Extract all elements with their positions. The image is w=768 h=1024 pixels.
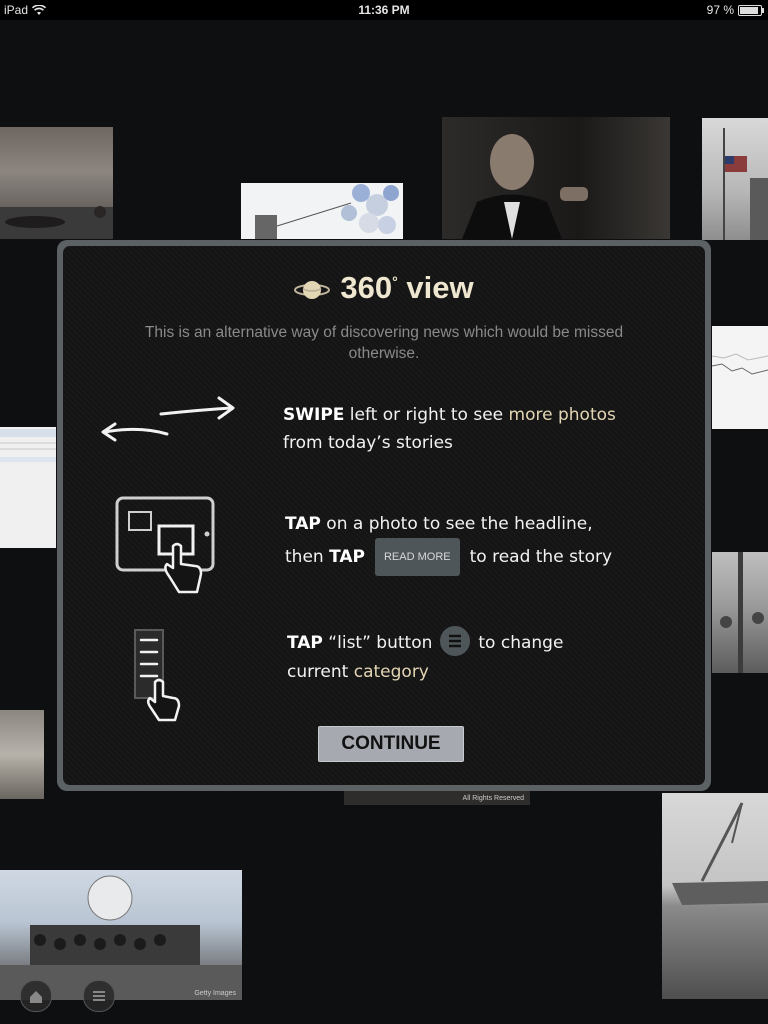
swipe-arrows-icon <box>101 396 235 442</box>
photo-tile-strip[interactable]: All Rights Reserved <box>344 791 530 805</box>
list-instruction: TAP “list” button to change current cate… <box>287 626 563 686</box>
overlay-subtitle: This is an alternative way of discoverin… <box>144 324 624 362</box>
list-button-illustration <box>440 626 471 656</box>
tap-instruction: TAP on a photo to see the headline, then… <box>285 510 612 576</box>
swipe-instruction: SWIPE left or right to see more photos f… <box>283 405 616 453</box>
flag-photo <box>723 128 768 240</box>
photo-tile-balloons[interactable] <box>241 183 403 239</box>
ship-photo <box>672 802 768 905</box>
list-tap-icon <box>134 629 181 722</box>
list-nav-button[interactable] <box>83 980 115 1012</box>
balloons-photo <box>255 184 399 239</box>
photo-tile-swimmer[interactable] <box>0 127 113 239</box>
soldiers-photo <box>720 552 764 673</box>
photo-tile-crowd[interactable] <box>0 710 44 799</box>
read-more-button: READ MORE <box>374 538 460 576</box>
planet-icon <box>294 280 331 299</box>
battery-icon <box>738 4 764 16</box>
photo-tile-flag[interactable] <box>702 118 768 240</box>
continue-button[interactable]: CONTINUE <box>318 726 464 762</box>
photo-tile-soldiers[interactable] <box>712 552 768 673</box>
photo-tile-spreadsheet[interactable] <box>0 427 56 548</box>
photo-tile-ship[interactable] <box>662 793 768 999</box>
spreadsheet-photo <box>0 429 56 462</box>
clock: 11:36 PM <box>358 3 410 17</box>
tutorial-panel: 360° view This is an alternative way of … <box>63 246 705 785</box>
list-icon <box>449 634 462 648</box>
chart-photo <box>712 353 768 375</box>
battery-percent: 97 % <box>706 3 734 17</box>
politician-photo <box>462 134 588 239</box>
swimmer-photo <box>0 206 113 239</box>
photo-tile-chart[interactable] <box>712 326 768 429</box>
photo-tile-governor[interactable] <box>442 117 670 239</box>
status-bar: iPad 11:36 PM 97 % <box>0 0 768 20</box>
photo-caption: Getty Images <box>194 990 236 997</box>
list-icon <box>93 991 105 1001</box>
tablet-tap-icon <box>115 496 215 594</box>
overlay-title: 360° view <box>63 270 705 306</box>
home-icon <box>30 991 42 1003</box>
tutorial-overlay: 360° view This is an alternative way of … <box>57 240 711 791</box>
photo-caption: All Rights Reserved <box>462 795 524 802</box>
home-button[interactable] <box>20 980 52 1012</box>
